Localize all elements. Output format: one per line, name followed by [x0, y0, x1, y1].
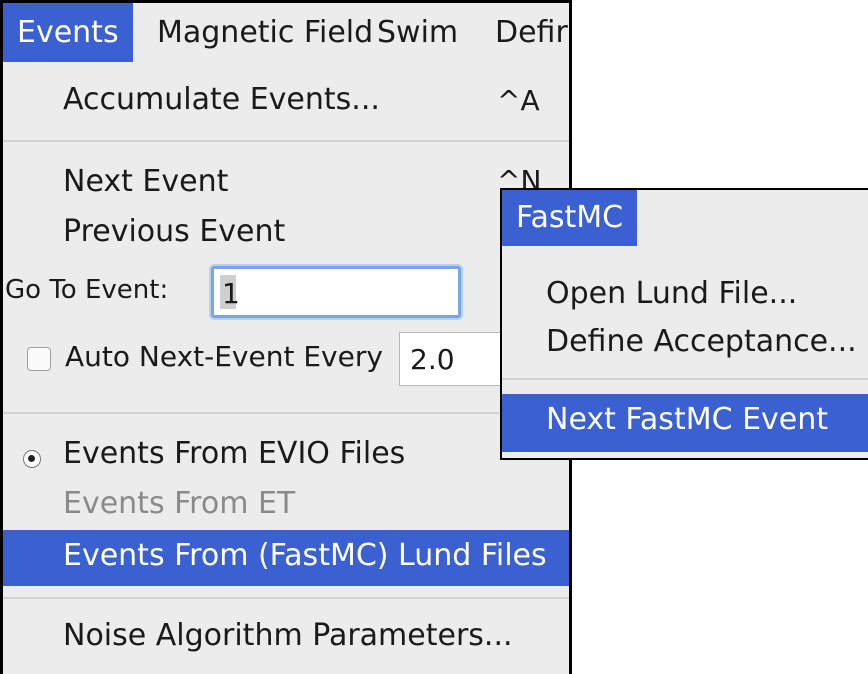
menubar-magnetic-field[interactable]: Magnetic Field — [143, 3, 387, 62]
menubar-swim[interactable]: Swim — [363, 3, 472, 62]
fastmc-menu: FastMC Open Lund File... Define Acceptan… — [500, 188, 868, 460]
auto-next-event-interval-value: 2.0 — [410, 343, 455, 376]
fastmc-header: FastMC — [502, 190, 868, 248]
auto-next-event-checkbox[interactable] — [27, 347, 51, 371]
menu-item-define-acceptance[interactable]: Define Acceptance... — [546, 324, 857, 359]
screen: Events Magnetic Field Swim Defir Accumul… — [0, 0, 868, 674]
menu-item-accumulate-events[interactable]: Accumulate Events... — [63, 82, 380, 117]
highlighted-row[interactable]: Next FastMC Event — [502, 394, 868, 452]
auto-next-event-label: Auto Next-Event Every — [65, 340, 383, 373]
menu-item-events-from-et: Events From ET — [63, 486, 296, 521]
goto-event-value: 1 — [222, 277, 240, 310]
highlighted-row[interactable]: Events From (FastMC) Lund Files — [3, 530, 569, 586]
menu-item-next-fastmc-event[interactable]: Next FastMC Event — [546, 402, 828, 437]
menu-item-open-lund-file[interactable]: Open Lund File... — [546, 276, 797, 311]
separator — [502, 378, 868, 380]
menu-item-events-from-lund[interactable]: Events From (FastMC) Lund Files — [63, 538, 547, 573]
goto-event-label: Go To Event: — [5, 275, 169, 305]
separator — [3, 140, 569, 142]
auto-next-event-interval-input[interactable]: 2.0 — [399, 332, 509, 386]
events-menu: Events Magnetic Field Swim Defir Accumul… — [0, 0, 572, 674]
menubar: Events Magnetic Field Swim Defir — [3, 0, 569, 62]
menu-item-events-from-evio[interactable]: Events From EVIO Files — [63, 436, 405, 471]
menu-item-previous-event[interactable]: Previous Event — [63, 214, 285, 249]
separator — [3, 412, 569, 414]
goto-event-input[interactable]: 1 — [211, 266, 461, 318]
fastmc-title[interactable]: FastMC — [502, 190, 638, 246]
menu-item-noise-algorithm-parameters[interactable]: Noise Algorithm Parameters... — [63, 618, 513, 653]
menu-item-next-event[interactable]: Next Event — [63, 164, 228, 199]
menubar-define[interactable]: Defir — [481, 3, 569, 62]
separator — [3, 597, 569, 599]
menubar-events[interactable]: Events — [3, 3, 133, 62]
accumulate-shortcut: ^A — [497, 84, 540, 117]
selected-radio-icon — [23, 450, 41, 468]
